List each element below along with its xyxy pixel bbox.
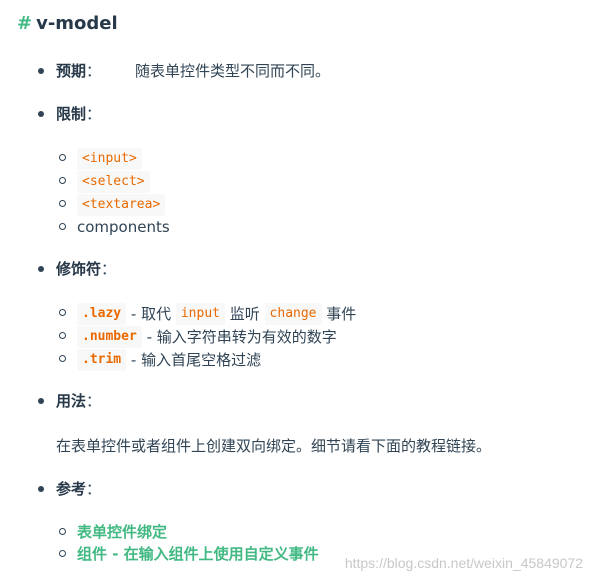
code-select: <select> — [77, 171, 150, 193]
circle-bullet-icon — [59, 332, 66, 339]
reference-label: 参考： — [56, 480, 102, 498]
code-lazy: .lazy — [77, 303, 127, 325]
circle-bullet-icon — [59, 154, 66, 161]
circle-bullet-icon — [59, 177, 66, 184]
modifier-text: - 取代 — [126, 305, 176, 323]
code-trim: .trim — [77, 349, 127, 371]
modifier-text: 监听 — [225, 305, 265, 323]
modifiers-label: 修饰符： — [56, 260, 117, 278]
watermark: https://blog.csdn.net/weixin_45849072 — [344, 555, 583, 571]
bullet-icon — [38, 68, 44, 74]
circle-bullet-icon — [59, 309, 66, 316]
expectation-text: 随表单控件类型不同而不同。 — [135, 62, 331, 80]
modifier-text: - 输入首尾空格过滤 — [126, 351, 262, 369]
circle-bullet-icon — [59, 223, 66, 230]
code-number: .number — [77, 326, 142, 348]
page-title-text: v-model — [36, 13, 118, 34]
expectation-label: 预期： — [56, 62, 102, 80]
bullet-icon — [38, 266, 44, 272]
circle-bullet-icon — [59, 528, 66, 535]
circle-bullet-icon — [59, 200, 66, 207]
circle-bullet-icon — [59, 550, 66, 557]
code-textarea: <textarea> — [77, 194, 166, 216]
page-title: # v-model — [17, 12, 118, 36]
code-input: <input> — [77, 148, 142, 170]
api-doc-page: # v-model 预期： 随表单控件类型不同而不同。 限制： <input> <… — [0, 0, 591, 583]
code-input-event: input — [175, 303, 225, 325]
custom-events-link[interactable]: 组件 - 在输入组件上使用自定义事件 — [77, 544, 319, 564]
anchor-hash-link[interactable]: # — [17, 13, 32, 34]
usage-label: 用法： — [56, 392, 102, 410]
circle-bullet-icon — [59, 355, 66, 362]
components-text: components — [77, 218, 170, 236]
code-change-event: change — [264, 303, 322, 325]
bullet-icon — [38, 111, 44, 117]
form-binding-link[interactable]: 表单控件绑定 — [77, 522, 167, 542]
restriction-label: 限制： — [56, 105, 102, 123]
bullet-icon — [38, 398, 44, 404]
modifier-text: - 输入字符串转为有效的数字 — [141, 328, 337, 346]
bullet-icon — [38, 486, 44, 492]
modifier-text: 事件 — [321, 305, 357, 323]
usage-text: 在表单控件或者组件上创建双向绑定。细节请看下面的教程链接。 — [56, 437, 492, 455]
